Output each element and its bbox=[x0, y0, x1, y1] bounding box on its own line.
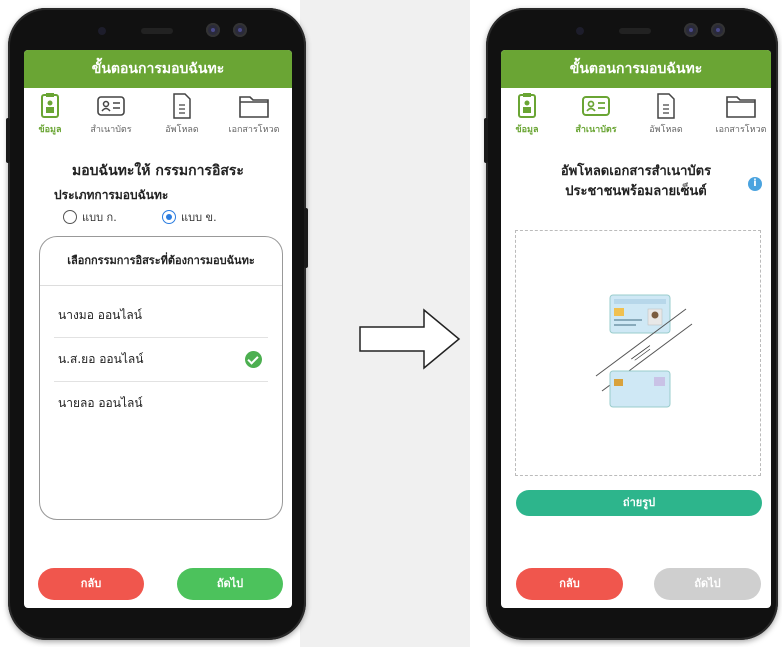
left-step-id-copy[interactable]: สำเนาบัตร bbox=[79, 92, 143, 136]
clipboard-icon bbox=[518, 93, 536, 118]
director-name: น.ส.ยอ ออนไลน์ bbox=[58, 352, 144, 366]
right-heading-line-1: อัพโหลดเอกสารสำเนาบัตร bbox=[560, 164, 712, 179]
left-step-info-label: ข้อมูล bbox=[38, 125, 62, 135]
right-back-button[interactable]: กลับ bbox=[516, 568, 623, 600]
right-step-info[interactable]: ข้อมูล bbox=[501, 92, 559, 136]
director-row[interactable]: นางมอ ออนไลน์ bbox=[54, 294, 268, 338]
left-step-vote-docs[interactable]: เอกสารโหวต bbox=[222, 92, 286, 136]
right-phone-camera bbox=[684, 23, 698, 37]
document-icon bbox=[173, 93, 191, 119]
take-photo-button[interactable]: ถ่ายรูป bbox=[516, 490, 762, 516]
right-phone-speaker bbox=[619, 28, 651, 34]
radio-option-b[interactable]: แบบ ข. bbox=[162, 208, 217, 226]
right-step-info-label: ข้อมูล bbox=[515, 125, 539, 135]
clipboard-icon bbox=[41, 93, 59, 118]
right-step-vote-docs[interactable]: เอกสารโหวต bbox=[709, 92, 771, 136]
info-icon[interactable]: i bbox=[748, 177, 762, 191]
right-step-upload-label: อัพโหลด bbox=[649, 125, 683, 135]
left-back-button[interactable]: กลับ bbox=[38, 568, 144, 600]
radio-option-b-label: แบบ ข. bbox=[181, 211, 217, 224]
left-phone-camera bbox=[206, 23, 220, 37]
id-card-icon bbox=[582, 96, 610, 116]
left-screen: ขั้นตอนการมอบฉันทะ ข้อมูล สำเนาบัตร อัพโ… bbox=[24, 50, 292, 608]
left-phone-frame: ขั้นตอนการมอบฉันทะ ข้อมูล สำเนาบัตร อัพโ… bbox=[6, 8, 308, 640]
id-card-icon bbox=[97, 96, 125, 116]
director-selection-card: เลือกกรรมการอิสระที่ต้องการมอบฉันทะ นางม… bbox=[39, 236, 283, 520]
left-phone-sensor bbox=[98, 27, 106, 35]
document-icon bbox=[657, 93, 675, 119]
check-circle-icon bbox=[245, 351, 262, 368]
left-heading: มอบฉันทะให้ กรรมการอิสระ bbox=[72, 163, 244, 179]
radio-circle-a bbox=[63, 210, 77, 224]
right-phone-frame: ขั้นตอนการมอบฉันทะ ข้อมูล สำเนาบัตร อัพโ… bbox=[484, 8, 778, 640]
folder-icon bbox=[239, 96, 269, 118]
left-step-vote-docs-label: เอกสารโหวต bbox=[228, 125, 280, 135]
left-step-upload[interactable]: อัพโหลด bbox=[150, 92, 214, 136]
right-phone-volume-button bbox=[484, 118, 488, 163]
director-card-title: เลือกกรรมการอิสระที่ต้องการมอบฉันทะ bbox=[40, 237, 282, 286]
right-step-nav: ข้อมูล สำเนาบัตร อัพโหลด เอกสารโหวต bbox=[501, 88, 771, 146]
right-step-vote-docs-label: เอกสารโหวต bbox=[715, 125, 767, 135]
left-title-bar: ขั้นตอนการมอบฉันทะ bbox=[24, 50, 292, 88]
radio-option-a[interactable]: แบบ ก. bbox=[63, 208, 117, 226]
right-phone-sensor bbox=[576, 27, 584, 35]
left-step-id-copy-label: สำเนาบัตร bbox=[90, 125, 132, 135]
right-next-button[interactable]: ถัดไป bbox=[654, 568, 761, 600]
left-phone-camera-2 bbox=[233, 23, 247, 37]
left-step-upload-label: อัพโหลด bbox=[165, 125, 199, 135]
left-phone-speaker bbox=[141, 28, 173, 34]
left-next-button[interactable]: ถัดไป bbox=[177, 568, 283, 600]
right-screen: ขั้นตอนการมอบฉันทะ ข้อมูล สำเนาบัตร อัพโ… bbox=[501, 50, 771, 608]
right-heading-line-2: ประชาชนพร้อมลายเซ็นต์ bbox=[565, 184, 707, 199]
right-step-id-copy-label: สำเนาบัตร bbox=[575, 125, 617, 135]
director-name: นายลอ ออนไลน์ bbox=[58, 396, 143, 410]
flow-arrow-icon bbox=[359, 308, 461, 370]
right-title-bar: ขั้นตอนการมอบฉันทะ bbox=[501, 50, 771, 88]
director-name: นางมอ ออนไลน์ bbox=[58, 308, 142, 322]
director-row[interactable]: นายลอ ออนไลน์ bbox=[54, 382, 268, 425]
left-phone-power-button bbox=[304, 208, 308, 268]
left-step-info[interactable]: ข้อมูล bbox=[24, 92, 82, 136]
radio-circle-b bbox=[162, 210, 176, 224]
director-row[interactable]: น.ส.ยอ ออนไลน์ bbox=[54, 338, 268, 382]
id-card-sample-illustration bbox=[595, 294, 693, 408]
left-step-nav: ข้อมูล สำเนาบัตร อัพโหลด เอกสารโหวต bbox=[24, 88, 292, 146]
right-step-id-copy[interactable]: สำเนาบัตร bbox=[564, 92, 628, 136]
right-phone-camera-2 bbox=[711, 23, 725, 37]
left-phone-volume-button bbox=[6, 118, 10, 163]
radio-option-a-label: แบบ ก. bbox=[82, 211, 117, 224]
upload-dropzone[interactable] bbox=[515, 230, 761, 476]
proxy-type-label: ประเภทการมอบฉันทะ bbox=[54, 188, 169, 202]
folder-icon bbox=[726, 96, 756, 118]
right-step-upload[interactable]: อัพโหลด bbox=[634, 92, 698, 136]
